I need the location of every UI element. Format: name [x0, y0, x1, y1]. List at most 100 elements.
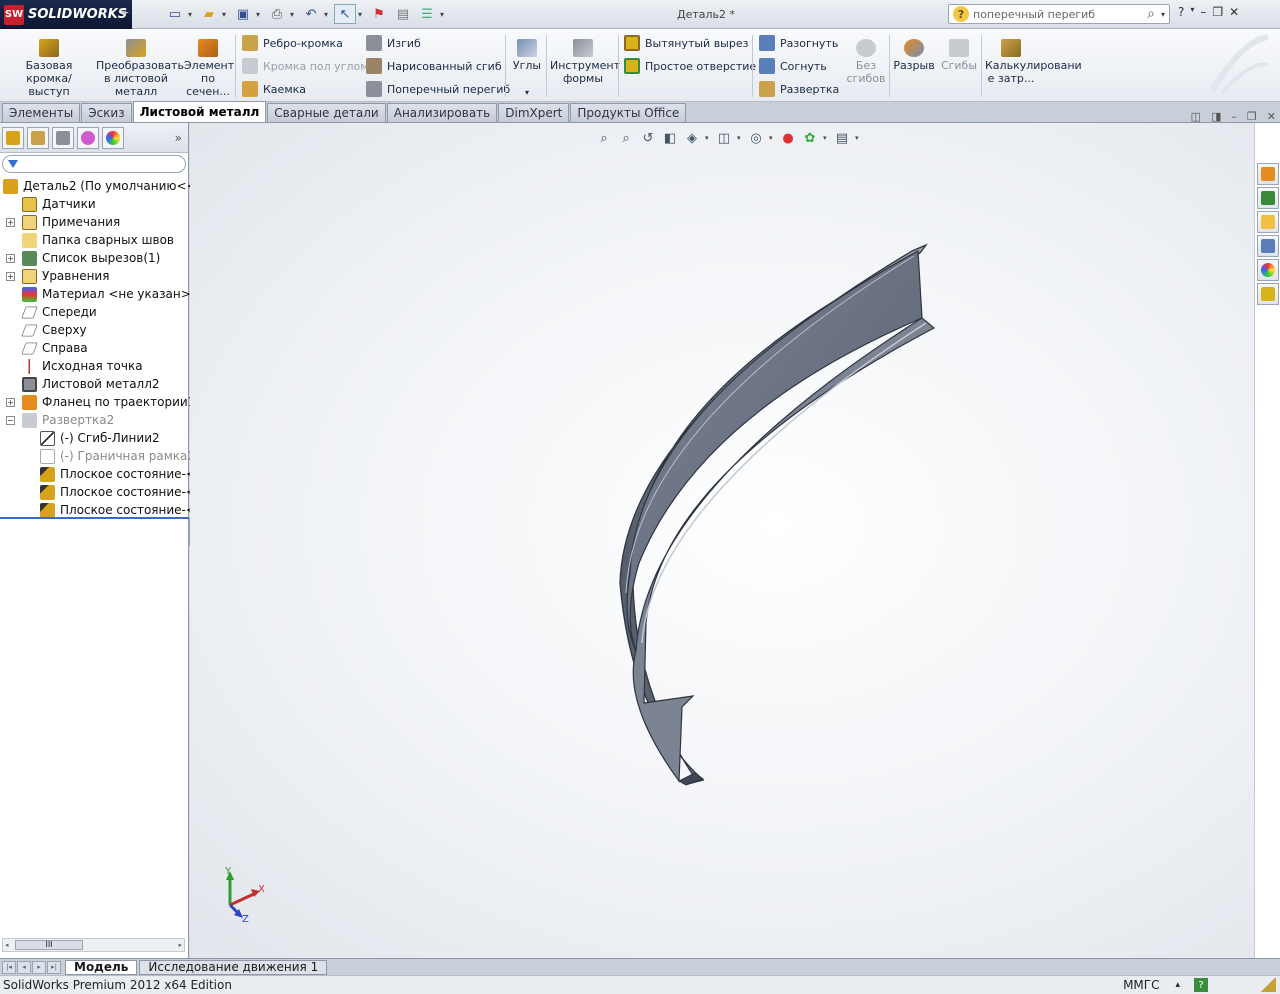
property-manager-tab[interactable] — [27, 126, 49, 149]
unfold-button[interactable]: Разогнуть — [759, 33, 838, 53]
base-flange-button[interactable]: Базовая кромка/выступ — [8, 39, 90, 98]
lofted-bend-button[interactable]: Элемент по сечен... — [184, 39, 234, 98]
part-model[interactable] — [190, 123, 1254, 958]
quick-tips-icon[interactable]: ? — [1194, 978, 1208, 992]
miter-flange-button[interactable]: Кромка пол углом — [242, 56, 369, 76]
tree-item[interactable]: Исходная точка — [0, 357, 188, 375]
doc-close-icon[interactable]: ✕ — [1267, 110, 1276, 123]
feature-manager-tab[interactable] — [2, 126, 24, 149]
select-dropdown-icon[interactable]: ▾ — [358, 4, 366, 24]
undo-icon[interactable]: ↶ — [300, 4, 322, 24]
tree-item[interactable]: Справа — [0, 339, 188, 357]
print-dropdown-icon[interactable]: ▾ — [290, 4, 298, 24]
search-input[interactable]: поперечный перегиб — [973, 8, 1147, 21]
display-manager-tab[interactable] — [102, 126, 124, 149]
tree-item[interactable]: (-) Сгиб-Линии2 — [0, 429, 188, 447]
solidworks-logo[interactable]: SW SOLIDWORKS ► — [0, 0, 132, 29]
tree-item[interactable]: Материал <не указан> — [0, 285, 191, 303]
convert-sheet-metal-button[interactable]: Преобразовать в листовой металл — [96, 39, 184, 98]
close-icon[interactable]: ✕ — [1229, 5, 1239, 19]
tree-item[interactable]: Плоское состояние-<S — [0, 465, 204, 483]
split-view-icon[interactable]: ◫ — [1191, 110, 1201, 123]
tree-item[interactable]: Плоское состояние-<S — [0, 483, 204, 501]
hem-button[interactable]: Каемка — [242, 79, 306, 99]
menu-arrow-icon[interactable]: ► — [122, 8, 129, 18]
tab-sheet-metal[interactable]: Листовой металл — [132, 101, 267, 122]
expand-icon[interactable]: + — [6, 217, 15, 227]
cross-break-button[interactable]: Поперечный перегиб — [366, 79, 510, 99]
tab-motion-study[interactable]: Исследование движения 1 — [139, 959, 328, 975]
insert-bends-button[interactable]: Сгибы — [939, 39, 979, 72]
solidworks-resources-tab[interactable] — [1257, 163, 1279, 185]
search-dropdown-icon[interactable]: ▾ — [1161, 10, 1169, 19]
prev-tab-icon[interactable]: ◂ — [17, 960, 31, 974]
simple-hole-button[interactable]: Простое отверстие — [624, 56, 756, 76]
units-selector[interactable]: ММГС — [1123, 978, 1159, 992]
dimxpert-manager-tab[interactable] — [77, 126, 99, 149]
costing-button[interactable]: Калькулировани е затр... — [985, 39, 1082, 85]
corners-dropdown-icon[interactable]: ▾ — [510, 86, 544, 99]
fold-button[interactable]: Согнуть — [759, 56, 827, 76]
scroll-right-icon[interactable]: ▸ — [178, 941, 182, 949]
scroll-left-icon[interactable]: ◂ — [5, 941, 9, 949]
restore-icon[interactable]: ❐ — [1212, 5, 1223, 19]
extruded-cut-button[interactable]: Вытянутый вырез — [624, 33, 748, 53]
jog-button[interactable]: Изгиб — [366, 33, 421, 53]
tab-features[interactable]: Элементы — [2, 103, 81, 122]
tree-item[interactable]: Сверху — [0, 321, 188, 339]
save-dropdown-icon[interactable]: ▾ — [256, 4, 264, 24]
expand-icon[interactable]: + — [6, 253, 15, 263]
expand-icon[interactable]: + — [6, 271, 15, 281]
tab-weldments[interactable]: Сварные детали — [267, 103, 386, 122]
tree-item[interactable]: Спереди — [0, 303, 188, 321]
file-properties-icon[interactable]: ▤ — [392, 4, 414, 24]
tree-item[interactable]: + Уравнения — [0, 267, 188, 285]
sketched-bend-button[interactable]: Нарисованный сгиб — [366, 56, 502, 76]
appearances-tab[interactable] — [1257, 259, 1279, 281]
tab-office-products[interactable]: Продукты Office — [570, 103, 687, 122]
split-view-2-icon[interactable]: ◨ — [1211, 110, 1221, 123]
tree-item[interactable]: + Список вырезов(1) — [0, 249, 188, 267]
tree-item[interactable]: + Примечания — [0, 213, 188, 231]
save-icon[interactable]: ▣ — [232, 4, 254, 24]
tree-item[interactable]: Папка сварных швов — [0, 231, 188, 249]
search-icon[interactable]: ⌕ — [1147, 6, 1161, 22]
swept-flange-body[interactable] — [619, 243, 936, 786]
rollback-bar[interactable] — [0, 517, 189, 519]
next-tab-icon[interactable]: ▸ — [32, 960, 46, 974]
open-icon[interactable]: ▰ — [198, 4, 220, 24]
graphics-area[interactable]: ⌕ ⌕ ↺ ◧ ◈▾ ◫▾ ◎▾ ● ✿▾ ▤▾ ◫ ◨ – ❐ ✕ — [190, 110, 1276, 958]
scroll-thumb[interactable]: III — [15, 940, 83, 950]
edge-flange-button[interactable]: Ребро-кромка — [242, 33, 343, 53]
options-icon[interactable]: ☰ — [416, 4, 438, 24]
last-tab-icon[interactable]: ▸| — [47, 960, 61, 974]
rebuild-icon[interactable]: ⚑ — [368, 4, 390, 24]
expand-tabs-icon[interactable]: » — [175, 131, 182, 145]
undo-dropdown-icon[interactable]: ▾ — [324, 4, 332, 24]
tab-model[interactable]: Модель — [65, 959, 138, 975]
tab-evaluate[interactable]: Анализировать — [386, 103, 498, 122]
view-palette-tab[interactable] — [1257, 235, 1279, 257]
expand-icon[interactable]: + — [6, 397, 15, 407]
options-dropdown-icon[interactable]: ▾ — [440, 4, 448, 24]
doc-restore-icon[interactable]: ❐ — [1247, 110, 1257, 123]
new-document-icon[interactable]: ▭ — [164, 4, 186, 24]
tab-sketch[interactable]: Эскиз — [81, 103, 132, 122]
units-caret-icon[interactable]: ▴ — [1175, 980, 1180, 990]
new-dropdown-icon[interactable]: ▾ — [188, 4, 196, 24]
tree-root[interactable]: Деталь2 (По умолчанию<<П — [0, 177, 206, 195]
tree-item[interactable]: Листовой металл2 — [0, 375, 188, 393]
corners-button[interactable]: Углы ▾ — [510, 39, 544, 99]
tree-filter-input[interactable] — [2, 155, 186, 173]
rip-button[interactable]: Разрыв — [893, 39, 935, 72]
tree-item[interactable]: + Фланец по траектории1 — [0, 393, 195, 411]
help-icon[interactable]: ? — [1178, 5, 1184, 19]
minimize-icon[interactable]: – — [1200, 5, 1206, 19]
tab-dimxpert[interactable]: DimXpert — [498, 103, 570, 122]
no-bends-button[interactable]: Без сгибов — [846, 39, 886, 85]
tree-item[interactable]: (-) Граничная рамка2 — [0, 447, 195, 465]
tree-item[interactable]: Датчики — [0, 195, 188, 213]
print-icon[interactable]: ⎙ — [266, 4, 288, 24]
doc-minimize-icon[interactable]: – — [1231, 110, 1237, 123]
tree-horizontal-scrollbar[interactable]: ◂ III ▸ — [2, 938, 185, 952]
